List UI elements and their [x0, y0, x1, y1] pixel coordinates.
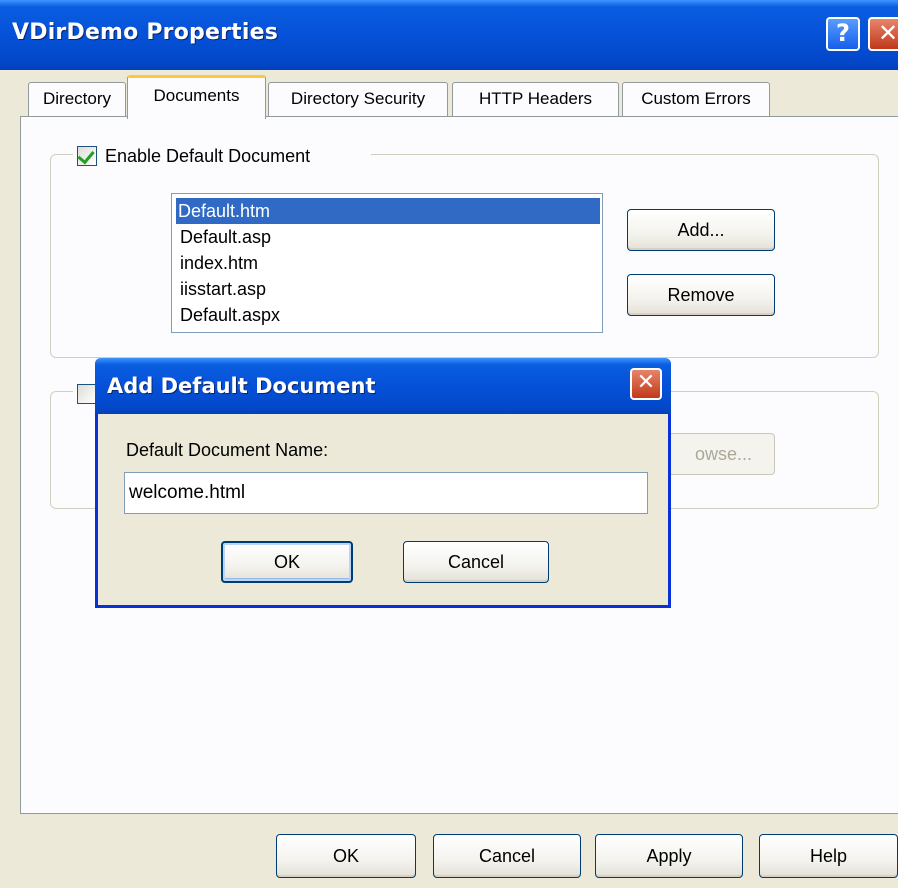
- list-item[interactable]: iisstart.asp: [178, 276, 598, 302]
- dialog-title: Add Default Document: [107, 374, 376, 398]
- enable-default-document-row[interactable]: Enable Default Document: [73, 145, 371, 169]
- add-default-document-dialog: Add Default Document ✕ Default Document …: [95, 358, 671, 608]
- list-item[interactable]: index.htm: [178, 250, 598, 276]
- window-title: VDirDemo Properties: [12, 20, 279, 45]
- tab-custom-errors[interactable]: Custom Errors: [622, 82, 770, 116]
- apply-button[interactable]: Apply: [595, 834, 743, 878]
- cancel-button[interactable]: Cancel: [433, 834, 581, 878]
- second-options-checkbox[interactable]: [77, 384, 97, 404]
- tab-documents[interactable]: Documents: [127, 75, 266, 119]
- dialog-titlebar[interactable]: Add Default Document ✕: [95, 358, 671, 414]
- ok-button[interactable]: OK: [276, 834, 416, 878]
- list-item[interactable]: Default.aspx: [178, 302, 598, 328]
- add-button[interactable]: Add...: [627, 209, 775, 251]
- help-icon[interactable]: ?: [826, 17, 860, 51]
- dialog-ok-button[interactable]: OK: [221, 541, 353, 583]
- help-button[interactable]: Help: [759, 834, 898, 878]
- dialog-cancel-button[interactable]: Cancel: [403, 541, 549, 583]
- window-titlebar[interactable]: VDirDemo Properties ? ✕: [0, 0, 898, 70]
- tab-directory[interactable]: Directory: [28, 82, 126, 116]
- dialog-close-icon[interactable]: ✕: [630, 368, 662, 400]
- remove-button[interactable]: Remove: [627, 274, 775, 316]
- enable-default-document-label: Enable Default Document: [105, 146, 311, 166]
- list-item[interactable]: Default.asp: [178, 224, 598, 250]
- checkmark-icon: [77, 146, 95, 165]
- close-icon[interactable]: ✕: [868, 17, 898, 51]
- document-name-input[interactable]: [124, 472, 648, 514]
- tab-directory-security[interactable]: Directory Security: [268, 82, 448, 116]
- default-documents-listbox[interactable]: Default.htm Default.asp index.htm iissta…: [171, 193, 603, 333]
- document-name-label: Default Document Name:: [126, 440, 329, 460]
- enable-default-document-checkbox[interactable]: [77, 146, 97, 166]
- tab-http-headers[interactable]: HTTP Headers: [452, 82, 619, 116]
- list-item[interactable]: Default.htm: [176, 198, 600, 224]
